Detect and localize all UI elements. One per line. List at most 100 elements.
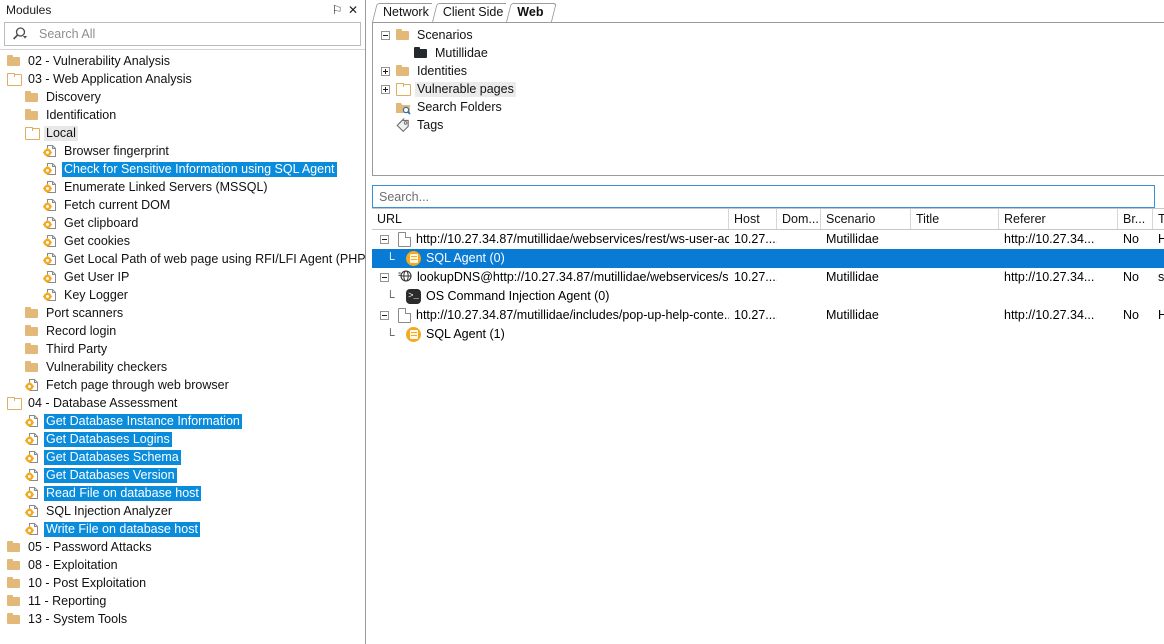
module-tree-item[interactable]: Get Database Instance Information [0, 412, 365, 430]
expand-icon[interactable] [381, 84, 390, 94]
module-tree-item[interactable]: Write File on database host [0, 520, 365, 538]
sql-agent-icon [406, 327, 421, 342]
table-row[interactable]: └ >_ OS Command Injection Agent (0) [372, 287, 1164, 306]
grid-column-header[interactable]: Referer [999, 209, 1118, 229]
module-icon [42, 161, 58, 177]
results-search-input[interactable] [377, 187, 1154, 206]
module-tree-item[interactable]: Discovery [0, 88, 365, 106]
grid-header-row[interactable]: URLHostDom...ScenarioTitleRefererBr...Ty… [372, 208, 1164, 230]
chevron-double-down-icon[interactable] [1155, 185, 1164, 208]
module-icon [42, 197, 58, 213]
module-tree-item[interactable]: 02 - Vulnerability Analysis [0, 52, 365, 70]
modules-titlebar: Modules ⚐ ✕ [0, 0, 365, 20]
module-tree-item[interactable]: Port scanners [0, 304, 365, 322]
scenario-tree-item[interactable]: Vulnerable pages [373, 80, 1164, 98]
module-icon [24, 485, 40, 501]
module-tree-item-label: Vulnerability checkers [46, 359, 168, 374]
module-tree-item[interactable]: 10 - Post Exploitation [0, 574, 365, 592]
module-tree-item-label: Record login [46, 323, 117, 338]
module-tree-item[interactable]: 03 - Web Application Analysis [0, 70, 365, 88]
cell-url-text: SQL Agent (1) [426, 327, 505, 341]
module-tree-item[interactable]: Record login [0, 322, 365, 340]
module-tree-item[interactable]: Fetch page through web browser [0, 376, 365, 394]
scenario-tree-item[interactable]: Tags [373, 116, 1164, 134]
folder-search-icon [395, 99, 411, 115]
module-tree-item[interactable]: Browser fingerprint [0, 142, 365, 160]
module-tree-item[interactable]: 05 - Password Attacks [0, 538, 365, 556]
collapse-icon[interactable] [380, 273, 389, 282]
module-icon [24, 431, 40, 447]
cell-url: └ SQL Agent (0) [372, 249, 729, 268]
cell-url: lookupDNS@http://10.27.34.87/mutillidae/… [372, 268, 729, 287]
table-row[interactable]: └ SQL Agent (1) [372, 325, 1164, 344]
grid-body[interactable]: http://10.27.34.87/mutillidae/webservice… [372, 230, 1164, 344]
tab-network[interactable]: Network [372, 3, 443, 22]
module-tree-item[interactable]: Identification [0, 106, 365, 124]
scenario-tree-item[interactable]: Search Folders [373, 98, 1164, 116]
modules-tree[interactable]: 02 - Vulnerability Analysis 03 - Web Appl… [0, 49, 365, 644]
module-tree-item[interactable]: Get User IP [0, 268, 365, 286]
module-tree-item-label: Third Party [46, 341, 108, 356]
grid-column-header[interactable]: Host [729, 209, 777, 229]
results-search-box[interactable] [372, 185, 1155, 208]
grid-column-header[interactable]: Scenario [821, 209, 911, 229]
module-tree-item[interactable]: Get Local Path of web page using RFI/LFI… [0, 250, 365, 268]
grid-column-header[interactable]: Type [1153, 209, 1164, 229]
scenario-tree-item[interactable]: Scenarios [373, 26, 1164, 44]
results-area: URLHostDom...ScenarioTitleRefererBr...Ty… [372, 176, 1164, 644]
module-tree-item[interactable]: 11 - Reporting [0, 592, 365, 610]
grid-column-header[interactable]: Br... [1118, 209, 1153, 229]
table-row[interactable]: http://10.27.34.87/mutillidae/includes/p… [372, 306, 1164, 325]
module-tree-item[interactable]: SQL Injection Analyzer [0, 502, 365, 520]
grid-column-header[interactable]: Dom... [777, 209, 821, 229]
module-tree-item[interactable]: Enumerate Linked Servers (MSSQL) [0, 178, 365, 196]
module-tree-item[interactable]: 08 - Exploitation [0, 556, 365, 574]
search-icon [11, 26, 31, 42]
module-tree-item-label: Port scanners [46, 305, 124, 320]
results-search-row [372, 185, 1164, 208]
cell-type: soap... [1158, 270, 1164, 284]
module-tree-item-label: Get Databases Version [44, 467, 177, 483]
grid-column-header[interactable]: Title [911, 209, 999, 229]
folder-closed-icon [6, 593, 22, 609]
search-input[interactable] [31, 24, 360, 44]
results-grid[interactable]: URLHostDom...ScenarioTitleRefererBr...Ty… [372, 208, 1164, 644]
scenario-tree-item[interactable]: Identities [373, 62, 1164, 80]
module-tree-item[interactable]: Get cookies [0, 232, 365, 250]
module-icon [42, 215, 58, 231]
folder-closed-icon [24, 323, 40, 339]
module-tree-item-label: 05 - Password Attacks [28, 539, 152, 554]
table-row[interactable]: lookupDNS@http://10.27.34.87/mutillidae/… [372, 268, 1164, 287]
scenario-tree[interactable]: Scenarios Mutillidae Identities Vulnerable … [372, 22, 1164, 176]
collapse-icon[interactable] [381, 30, 390, 40]
collapse-icon[interactable] [380, 311, 389, 320]
close-icon[interactable]: ✕ [345, 2, 361, 18]
table-row[interactable]: http://10.27.34.87/mutillidae/webservice… [372, 230, 1164, 249]
module-tree-item[interactable]: Check for Sensitive Information using SQ… [0, 160, 365, 178]
module-tree-item[interactable]: Key Logger [0, 286, 365, 304]
expand-icon[interactable] [381, 66, 390, 76]
module-tree-item[interactable]: 13 - System Tools [0, 610, 365, 628]
module-tree-item[interactable]: Vulnerability checkers [0, 358, 365, 376]
tree-elbow: └ [386, 289, 395, 304]
modules-search-box[interactable] [4, 22, 361, 46]
module-tree-item[interactable]: Get Databases Version [0, 466, 365, 484]
tab-client-side[interactable]: Client Side [431, 3, 518, 22]
module-tree-item[interactable]: Get Databases Schema [0, 448, 365, 466]
module-tree-item[interactable]: Third Party [0, 340, 365, 358]
module-tree-item[interactable]: Read File on database host [0, 484, 365, 502]
cell-host: 10.27.... [734, 270, 777, 284]
table-row[interactable]: └ SQL Agent (0) [372, 249, 1164, 268]
scenario-tree-item[interactable]: Mutillidae [373, 44, 1164, 62]
module-tree-item[interactable]: Get clipboard [0, 214, 365, 232]
tab-web[interactable]: Web [506, 3, 558, 22]
collapse-icon[interactable] [380, 235, 389, 244]
module-tree-item[interactable]: Fetch current DOM [0, 196, 365, 214]
grid-column-header[interactable]: URL [372, 209, 729, 229]
pin-icon[interactable]: ⚐ [329, 2, 345, 18]
module-tree-item[interactable]: Get Databases Logins [0, 430, 365, 448]
cell-referer: http://10.27.34... [1004, 270, 1095, 284]
module-tree-item[interactable]: 04 - Database Assessment [0, 394, 365, 412]
module-tree-item[interactable]: Local [0, 124, 365, 142]
